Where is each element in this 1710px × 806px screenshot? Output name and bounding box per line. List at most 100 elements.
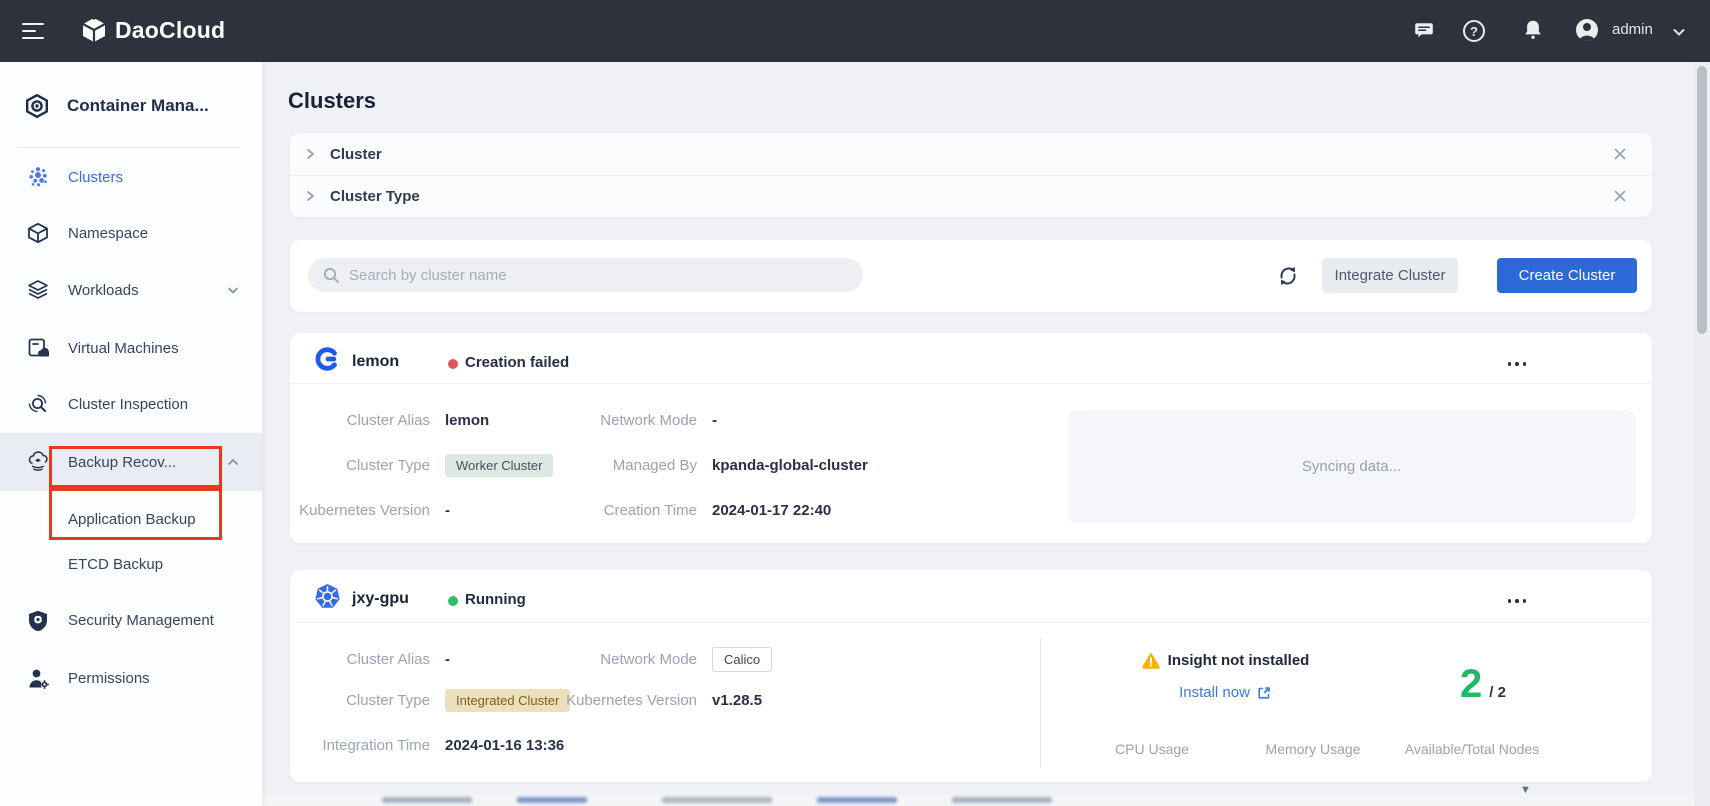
insight-block: Insight not installed Install now bbox=[1060, 650, 1390, 701]
field-row: Kubernetes Version - bbox=[290, 493, 450, 527]
cluster-inspection-icon bbox=[27, 393, 49, 415]
filter-row-cluster-type: Cluster Type bbox=[290, 175, 1652, 216]
field-row: Network Mode - bbox=[490, 403, 717, 437]
vertical-scrollbar[interactable] bbox=[1694, 62, 1710, 806]
avatar[interactable] bbox=[1574, 17, 1598, 41]
sidebar-item-label: Virtual Machines bbox=[68, 340, 179, 357]
field-row: Integration Time 2024-01-16 13:36 bbox=[290, 728, 564, 762]
main-content: Clusters Cluster Cluster Type bbox=[262, 62, 1694, 806]
integrate-cluster-button[interactable]: Integrate Cluster bbox=[1322, 258, 1458, 293]
field-label: Network Mode bbox=[490, 412, 697, 429]
field-row: Cluster Alias - bbox=[290, 642, 450, 676]
field-label: Cluster Type bbox=[290, 692, 430, 709]
daocloud-logo-icon bbox=[80, 16, 108, 44]
user-chevron-down-icon[interactable] bbox=[1672, 25, 1696, 49]
field-row: Managed By kpanda-global-cluster bbox=[490, 448, 868, 482]
permissions-icon bbox=[27, 667, 49, 689]
module-title: Container Mana... bbox=[67, 96, 209, 116]
sidebar-item-label: Security Management bbox=[68, 612, 214, 629]
network-mode-badge: Calico bbox=[712, 647, 772, 672]
filter-label[interactable]: Cluster Type bbox=[330, 188, 420, 205]
cluster-name[interactable]: jxy-gpu bbox=[352, 590, 409, 608]
field-value: 2024-01-16 13:36 bbox=[445, 737, 564, 754]
close-icon[interactable] bbox=[1612, 146, 1628, 162]
metric-available-total-nodes: Available/Total Nodes bbox=[1405, 741, 1539, 757]
help-icon[interactable]: ? bbox=[1463, 20, 1485, 42]
field-label: Kubernetes Version bbox=[490, 692, 697, 709]
sidebar-item-clusters[interactable]: Clusters bbox=[0, 157, 262, 197]
total-nodes-value: / 2 bbox=[1489, 684, 1506, 701]
chevron-down-icon[interactable] bbox=[226, 283, 240, 297]
cluster-card-lemon: lemon Creation failed Cluster Alias lemo… bbox=[290, 333, 1652, 543]
sidebar-item-cluster-inspection[interactable]: Cluster Inspection bbox=[0, 384, 262, 424]
more-actions-button[interactable] bbox=[1495, 586, 1539, 616]
chat-icon[interactable] bbox=[1412, 19, 1436, 43]
scroll-down-arrow-icon[interactable]: ▼ bbox=[1520, 784, 1531, 796]
field-value: lemon bbox=[445, 412, 489, 429]
field-label: Cluster Type bbox=[290, 457, 430, 474]
field-value: v1.28.5 bbox=[712, 692, 762, 709]
module-header[interactable]: Container Mana... bbox=[24, 93, 209, 119]
search-box[interactable] bbox=[308, 258, 863, 292]
field-label: Cluster Alias bbox=[290, 412, 430, 429]
status-text: Creation failed bbox=[465, 354, 569, 371]
backup-recovery-icon bbox=[27, 450, 49, 474]
insight-warning-text: Insight not installed bbox=[1168, 652, 1310, 669]
notification-bell-icon[interactable] bbox=[1521, 18, 1545, 42]
create-cluster-button[interactable]: Create Cluster bbox=[1497, 258, 1637, 293]
sidebar-item-backup-recovery[interactable]: Backup Recov... bbox=[0, 433, 262, 491]
brand: DaoCloud bbox=[80, 16, 225, 44]
metric-memory-usage: Memory Usage bbox=[1266, 741, 1361, 757]
cluster-name[interactable]: lemon bbox=[352, 353, 399, 371]
warning-icon bbox=[1141, 650, 1161, 670]
chevron-right-icon[interactable] bbox=[302, 146, 318, 162]
field-label: Network Mode bbox=[490, 651, 697, 668]
refresh-icon[interactable] bbox=[1277, 265, 1299, 287]
nodes-counter: 2 / 2 bbox=[1408, 664, 1558, 704]
field-row: Network Mode Calico bbox=[490, 642, 772, 676]
sidebar-item-workloads[interactable]: Workloads bbox=[0, 270, 262, 310]
more-actions-button[interactable] bbox=[1495, 349, 1539, 379]
field-value: - bbox=[445, 651, 450, 668]
filter-label[interactable]: Cluster bbox=[330, 146, 382, 163]
close-icon[interactable] bbox=[1612, 188, 1628, 204]
hamburger-menu-icon[interactable] bbox=[22, 21, 46, 41]
virtual-machines-icon bbox=[27, 337, 49, 359]
field-row: Creation Time 2024-01-17 22:40 bbox=[490, 493, 831, 527]
topbar: DaoCloud ? admin bbox=[0, 0, 1710, 62]
clusters-icon bbox=[27, 166, 49, 188]
divider bbox=[290, 383, 1652, 384]
status-dot-running bbox=[448, 596, 458, 606]
sidebar-item-label: Clusters bbox=[68, 169, 123, 186]
chevron-up-icon[interactable] bbox=[226, 455, 240, 469]
username[interactable]: admin bbox=[1612, 21, 1653, 38]
scrollbar-thumb[interactable] bbox=[1697, 66, 1707, 334]
field-label: Kubernetes Version bbox=[290, 502, 430, 519]
field-row: Kubernetes Version v1.28.5 bbox=[490, 683, 762, 717]
sidebar-item-etcd-backup[interactable]: ETCD Backup bbox=[0, 544, 262, 584]
sidebar-item-label: Backup Recov... bbox=[68, 454, 176, 471]
sidebar-item-application-backup[interactable]: Application Backup bbox=[0, 499, 262, 539]
sidebar-item-label: Permissions bbox=[68, 670, 150, 687]
external-link-icon bbox=[1256, 685, 1271, 700]
field-row: Cluster Alias lemon bbox=[290, 403, 489, 437]
field-label: Managed By bbox=[490, 457, 697, 474]
install-now-label: Install now bbox=[1179, 684, 1250, 701]
filter-row-cluster: Cluster bbox=[290, 133, 1652, 175]
search-input[interactable] bbox=[349, 267, 849, 284]
cluster-card-jxy-gpu: jxy-gpu Running Cluster Alias - Cluster … bbox=[290, 570, 1652, 782]
filter-panel: Cluster Cluster Type bbox=[290, 133, 1652, 217]
sidebar-item-virtual-machines[interactable]: Virtual Machines bbox=[0, 328, 262, 368]
sidebar-item-namespace[interactable]: Namespace bbox=[0, 213, 262, 253]
install-now-link[interactable]: Install now bbox=[1179, 684, 1271, 701]
metric-cpu-usage: CPU Usage bbox=[1115, 741, 1189, 757]
workloads-icon bbox=[27, 279, 49, 301]
chevron-right-icon[interactable] bbox=[302, 188, 318, 204]
sidebar-item-permissions[interactable]: Permissions bbox=[0, 658, 262, 698]
sidebar-item-label: Cluster Inspection bbox=[68, 396, 188, 413]
sidebar-item-security-management[interactable]: Security Management bbox=[0, 600, 262, 640]
security-management-icon bbox=[27, 609, 49, 631]
sidebar-item-label: ETCD Backup bbox=[68, 556, 163, 573]
field-value: - bbox=[712, 412, 717, 429]
field-value: 2024-01-17 22:40 bbox=[712, 502, 831, 519]
